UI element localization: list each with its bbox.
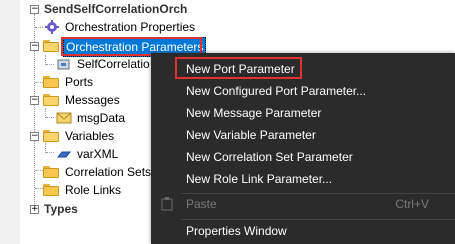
menu-item-label: New Message Parameter (186, 106, 322, 120)
context-menu: New Port Parameter New Configured Port P… (151, 53, 455, 244)
folder-icon (43, 76, 59, 88)
menu-item-label: New Correlation Set Parameter (186, 150, 353, 164)
tree-item-varxml[interactable]: varXML (20, 145, 170, 163)
port-icon (57, 59, 70, 70)
open-folder-icon (43, 94, 59, 106)
tree-root[interactable]: − SendSelfCorrelationOrch (20, 0, 455, 18)
tree-item-label: Orchestration Properties (65, 20, 196, 34)
menu-item-new-variable-parameter[interactable]: New Variable Parameter (151, 123, 455, 147)
tree-item-label: Types (44, 202, 78, 216)
tree-item-label: varXML (77, 147, 119, 161)
tree-item-variables[interactable]: − Variables (20, 127, 170, 145)
menu-item-shortcut: Ctrl+V (395, 197, 429, 211)
folder-icon (43, 184, 59, 196)
tree-item-label: msgData (77, 111, 126, 125)
menu-item-label: Paste (186, 197, 217, 211)
tree-item-msgdata[interactable]: msgData (20, 109, 170, 127)
collapse-icon[interactable]: − (30, 132, 39, 141)
collapse-icon[interactable]: − (30, 96, 39, 105)
menu-item-label: New Role Link Parameter... (186, 172, 333, 186)
menu-item-new-role-link-parameter[interactable]: New Role Link Parameter... (151, 167, 455, 191)
tree-item-label: Correlation Sets (65, 165, 152, 179)
gear-icon (45, 20, 59, 34)
variable-icon (56, 151, 72, 158)
tree-item-label: Messages (65, 93, 120, 107)
tree-item-label: Role Links (65, 183, 122, 197)
tree-item-orchestration-properties[interactable]: Orchestration Properties (20, 18, 455, 36)
menu-item-properties-window[interactable]: Properties Window (151, 219, 455, 243)
collapse-icon[interactable]: − (30, 42, 39, 51)
paste-icon (161, 197, 173, 211)
tree-left-gutter (0, 0, 20, 244)
menu-item-label: Properties Window (186, 224, 287, 238)
tree-root-label: SendSelfCorrelationOrch (44, 2, 188, 16)
tree-item-messages[interactable]: − Messages (20, 91, 170, 109)
menu-item-new-message-parameter[interactable]: New Message Parameter (151, 101, 455, 125)
menu-item-new-correlation-set-parameter[interactable]: New Correlation Set Parameter (151, 145, 455, 169)
tree-item-label: SelfCorrelatio (77, 57, 150, 71)
open-folder-icon (43, 130, 59, 142)
tree-item-correlation-sets[interactable]: Correlation Sets (20, 163, 170, 181)
tree-item-label: Ports (65, 75, 94, 89)
tree-item-role-links[interactable]: Role Links (20, 181, 170, 199)
tree-item-port-parameter[interactable]: SelfCorrelatio (20, 55, 170, 73)
menu-item-new-configured-port-parameter[interactable]: New Configured Port Parameter... (151, 79, 455, 103)
tree-item-ports[interactable]: Ports (20, 73, 170, 91)
expand-icon[interactable]: + (30, 205, 39, 214)
collapse-icon[interactable]: − (30, 5, 39, 14)
tree-item-types[interactable]: + Types (20, 200, 170, 218)
menu-item-label: New Configured Port Parameter... (186, 84, 367, 98)
envelope-icon (56, 112, 72, 124)
menu-item-paste[interactable]: Paste Ctrl+V (151, 192, 455, 216)
menu-item-label: New Variable Parameter (186, 128, 316, 142)
menu-highlight-box (175, 57, 302, 79)
open-folder-icon (43, 40, 59, 52)
folder-icon (43, 166, 59, 178)
tree-item-label: Variables (65, 129, 115, 143)
